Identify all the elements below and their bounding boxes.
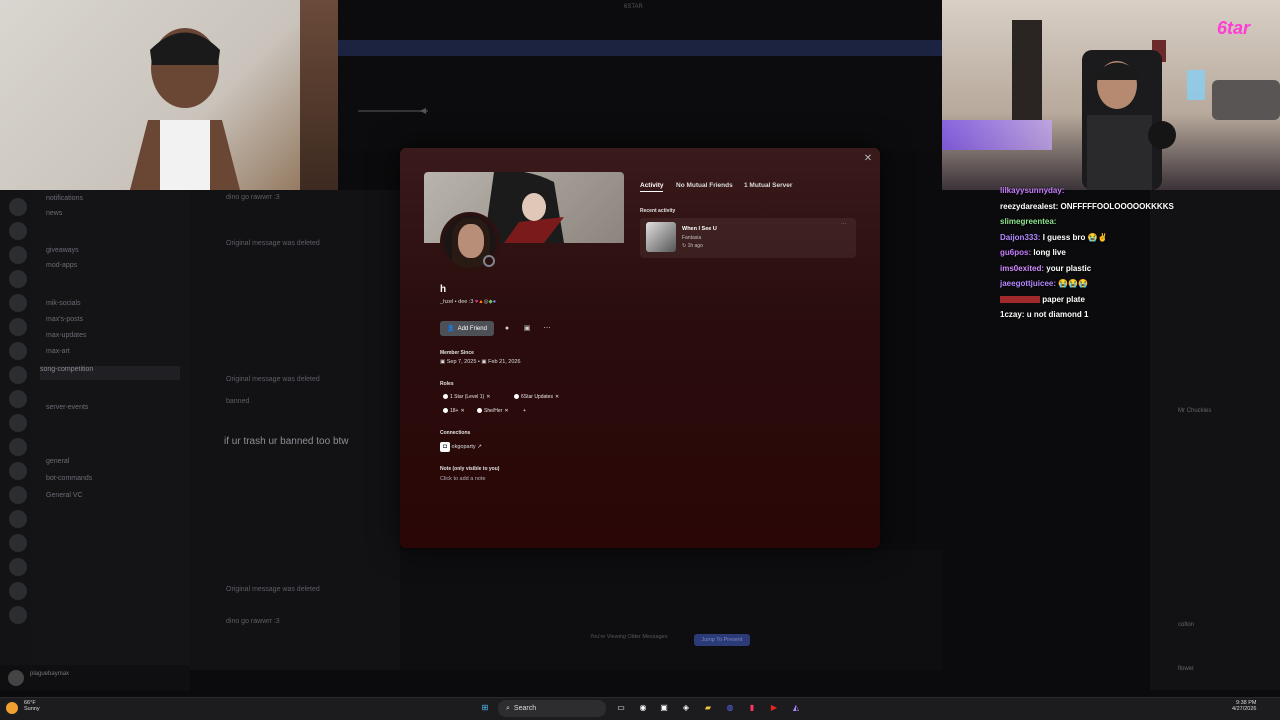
start-icon[interactable]: ⊞ bbox=[478, 701, 492, 715]
role-chip: 6Star Updates ✕ bbox=[511, 392, 562, 401]
channel-item[interactable]: max-art bbox=[46, 348, 70, 362]
tab-activity[interactable]: Activity bbox=[640, 182, 664, 192]
stream-top-area: 6STAR ◀ bbox=[338, 0, 942, 150]
volume-slider[interactable] bbox=[358, 110, 428, 112]
roles-label: Roles bbox=[440, 381, 454, 387]
server-icon: ▣ bbox=[481, 359, 487, 365]
discord-icon: ▣ bbox=[440, 359, 446, 365]
block-icon[interactable]: ▣ bbox=[520, 321, 534, 336]
channel-item[interactable]: General VC bbox=[46, 492, 83, 506]
tab-mutual-friends[interactable]: No Mutual Friends bbox=[676, 182, 733, 189]
stream-chat-message: 1czay: u not diamond 1 bbox=[1000, 310, 1089, 319]
profile-display-name: h bbox=[440, 284, 447, 295]
connection-link[interactable]: ◘ okgoparty ↗ bbox=[440, 442, 482, 452]
stream-chat: lilkayysunnyday: reezydarealest: ONFFFFF… bbox=[1000, 186, 1230, 326]
note-label: Note (only visible to you) bbox=[440, 466, 500, 472]
add-role-button[interactable]: + bbox=[520, 406, 529, 415]
streamer-figure bbox=[130, 28, 240, 190]
role-chip: She/Her ✕ bbox=[474, 406, 512, 415]
channel-item-active[interactable]: song-competition bbox=[40, 366, 180, 380]
channel-item[interactable]: max's-posts bbox=[46, 316, 83, 330]
volume-icon[interactable]: ◀ bbox=[420, 106, 426, 115]
stream-chat-message: paper plate bbox=[1000, 295, 1230, 311]
app-icon[interactable]: ◈ bbox=[679, 701, 693, 715]
activity-title: When I See U bbox=[682, 226, 717, 232]
role-chip: 1 Star (Level 1) ✕ bbox=[440, 392, 493, 401]
app-icon[interactable]: ▣ bbox=[657, 701, 671, 715]
status-indicator bbox=[483, 255, 495, 267]
chat-message: dino go rawwrr :3 bbox=[226, 194, 280, 201]
channel-list: notifications news giveaways mod-apps mi… bbox=[30, 190, 190, 670]
stream-chat-message: gu6pos: long live bbox=[1000, 248, 1066, 257]
connections-label: Connections bbox=[440, 430, 471, 436]
user-panel: plaguebaymax bbox=[0, 665, 190, 691]
channel-item[interactable]: mik-socials bbox=[46, 300, 81, 314]
folder-icon[interactable]: ▰ bbox=[701, 701, 715, 715]
activity-more-icon[interactable]: ⋯ bbox=[841, 222, 847, 228]
jump-to-present-button[interactable]: Jump To Present bbox=[694, 634, 750, 646]
channel-item[interactable]: giveaways bbox=[46, 247, 79, 261]
channel-item[interactable]: general bbox=[46, 458, 69, 472]
stream-chat-message: lilkayysunnyday: bbox=[1000, 186, 1065, 195]
activity-time: ↻ 1h ago bbox=[682, 243, 703, 249]
stream-chat-message: Daijon333: I guess bro 😭✌️ bbox=[1000, 232, 1108, 242]
connection-icon: ◘ bbox=[440, 442, 450, 452]
recent-activity-label: Recent activity bbox=[640, 208, 676, 214]
app-icon[interactable]: ◭ bbox=[789, 701, 803, 715]
task-view-icon[interactable]: ▭ bbox=[614, 701, 628, 715]
add-friend-button[interactable]: 👤 Add Friend bbox=[440, 321, 494, 336]
username: plaguebaymax bbox=[30, 671, 70, 677]
role-chip: 18+ ✕ bbox=[440, 406, 468, 415]
app-icon[interactable]: ▮ bbox=[745, 701, 759, 715]
stream-chat-message: jaeegottjuicee: 😭😭😭 bbox=[1000, 279, 1089, 288]
browser-icon[interactable]: ◉ bbox=[636, 701, 650, 715]
discord-icon[interactable]: ◍ bbox=[723, 701, 737, 715]
member-name[interactable]: flower bbox=[1178, 666, 1194, 672]
more-icon[interactable]: ⋯ bbox=[540, 321, 554, 336]
clock[interactable]: 9:38 PM 4/27/2026 bbox=[1232, 700, 1256, 712]
stream-chat-message: reezydarealest: ONFFFFFOOLOOOOOKKKKS bbox=[1000, 201, 1174, 211]
close-icon[interactable]: ✕ bbox=[861, 152, 875, 166]
member-name[interactable]: colton bbox=[1178, 622, 1194, 628]
channel-item[interactable]: max-updates bbox=[46, 332, 86, 346]
chat-message: Original message was deleted bbox=[226, 376, 320, 383]
chat-message: if ur trash ur banned too btw bbox=[224, 436, 349, 447]
chat-message: Original message was deleted bbox=[226, 240, 320, 247]
app-icon[interactable]: ▶ bbox=[767, 701, 781, 715]
stream-chat-message: slimegreentea: bbox=[1000, 217, 1057, 226]
stage-area bbox=[400, 550, 942, 670]
search-icon: ⌕ bbox=[506, 704, 510, 712]
webcam-left bbox=[0, 0, 338, 190]
chat-area: dino go rawwrr :3 Original message was d… bbox=[190, 190, 400, 670]
member-since-discord: ▣ Sep 7, 2025 • ▣ Feb 21, 2026 bbox=[440, 359, 521, 365]
channel-item[interactable]: mod-apps bbox=[46, 262, 77, 276]
top-title: 6STAR bbox=[624, 4, 643, 10]
server-rail bbox=[0, 190, 30, 670]
blue-banner bbox=[338, 40, 942, 56]
chat-message: Original message was deleted bbox=[226, 586, 320, 593]
activity-artist: Fantasia bbox=[682, 235, 702, 241]
channel-item[interactable]: bot-commands bbox=[46, 475, 92, 489]
profile-handle: _hzel • dee :3 ♥▲◎◆● bbox=[440, 299, 497, 305]
message-icon[interactable]: ● bbox=[500, 321, 514, 336]
older-messages-notice: You're Viewing Older Messages bbox=[590, 634, 668, 640]
chat-message: banned bbox=[226, 398, 250, 405]
weather-widget[interactable]: 66°F Sunny bbox=[24, 700, 40, 712]
avatar[interactable] bbox=[8, 670, 24, 686]
webcam-right: 6tar bbox=[942, 0, 1280, 190]
streamer-figure-2 bbox=[1082, 50, 1176, 190]
album-art bbox=[646, 222, 676, 252]
weather-icon[interactable] bbox=[6, 702, 18, 714]
chat-message: dino go rawwrr :3 bbox=[226, 618, 280, 625]
tab-mutual-servers[interactable]: 1 Mutual Server bbox=[744, 182, 792, 189]
taskbar-search[interactable]: ⌕ Search bbox=[498, 700, 606, 717]
channel-item[interactable]: server-events bbox=[46, 404, 88, 418]
add-user-icon: 👤 bbox=[447, 326, 455, 332]
channel-item[interactable]: news bbox=[46, 210, 62, 224]
channel-item[interactable]: notifications bbox=[46, 195, 83, 209]
stream-chat-message: ims0exited: your plastic bbox=[1000, 263, 1092, 273]
member-name[interactable]: Mr Chuckles bbox=[1178, 408, 1211, 414]
note-input[interactable]: Click to add a note bbox=[440, 476, 486, 482]
member-since-label: Member Since bbox=[440, 350, 474, 356]
